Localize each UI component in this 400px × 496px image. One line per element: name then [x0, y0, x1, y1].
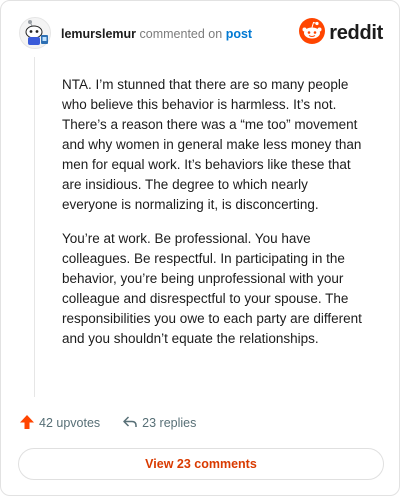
reply-count: 23 replies	[142, 416, 197, 430]
comment-actions: 42 upvotes 23 replies	[19, 413, 196, 433]
post-link[interactable]: post	[226, 27, 252, 41]
comment-paragraph: You’re at work. Be professional. You hav…	[62, 231, 362, 346]
comment-byline: lemurslemur commented on post	[61, 27, 252, 41]
upvote-count: 42 upvotes	[39, 416, 101, 430]
comment-header: lemurslemur commented on post reddit	[19, 17, 383, 53]
reddit-wordmark: reddit	[329, 21, 383, 44]
upvote-button[interactable]: 42 upvotes	[19, 414, 100, 433]
comment-paragraph: NTA. I’m stunned that there are so many …	[62, 77, 362, 212]
comment-card: lemurslemur commented on post reddit NTA…	[0, 0, 400, 496]
replies-button[interactable]: 23 replies	[122, 414, 196, 433]
comment-body: NTA. I’m stunned that there are so many …	[62, 75, 362, 363]
reddit-logo[interactable]: reddit	[299, 17, 383, 49]
reddit-snoo-icon	[299, 17, 326, 49]
thread-line[interactable]	[34, 57, 35, 397]
username-link[interactable]: lemurslemur	[61, 27, 136, 41]
snoo-avatar-icon[interactable]	[19, 17, 51, 49]
reply-arrow-icon	[122, 414, 138, 433]
action-text: commented on	[139, 27, 223, 41]
upvote-arrow-icon	[19, 414, 35, 433]
view-comments-button[interactable]: View 23 comments	[18, 448, 384, 480]
